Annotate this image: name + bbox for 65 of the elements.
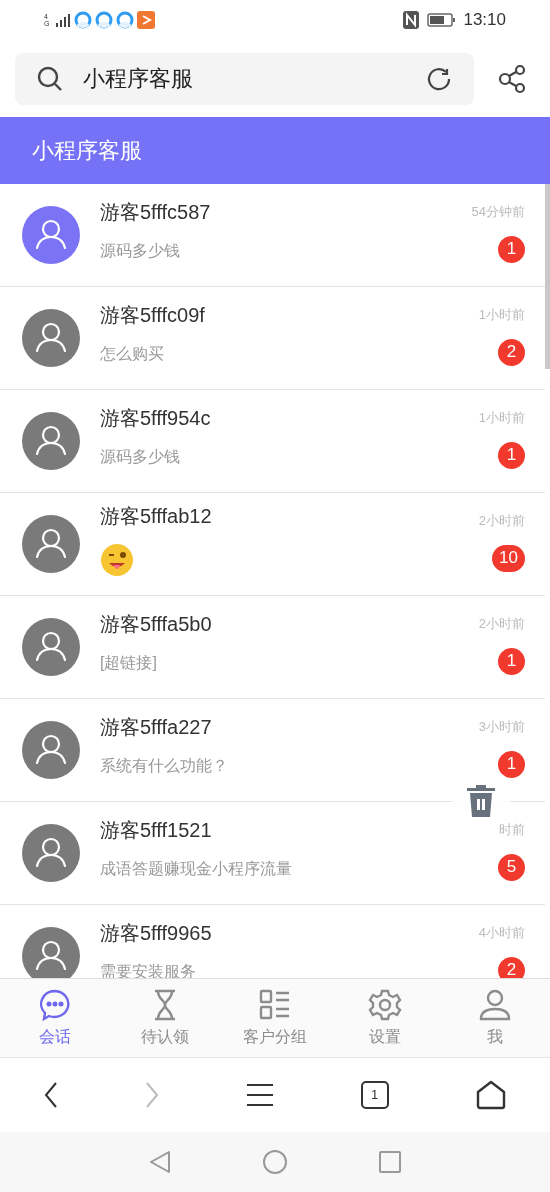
- back-icon[interactable]: [43, 1082, 58, 1108]
- visitor-name: 游客5fffc09f: [100, 303, 206, 328]
- battery-icon: [427, 13, 456, 27]
- unread-count: 5: [498, 853, 525, 881]
- visitor-name: 游客5fffa227: [100, 715, 213, 740]
- message-time: 2小时前: [478, 512, 525, 530]
- conversation-item[interactable]: 游客5fff954c 源码多少钱 1小时前 1: [0, 390, 545, 493]
- search-field[interactable]: 小程序客服: [15, 52, 474, 105]
- tab-label: 待认领: [141, 1026, 189, 1047]
- conversation-item[interactable]: 游客5fffc587 源码多少钱 54分钟前 1: [0, 184, 545, 287]
- unread-count: 1: [498, 441, 525, 469]
- message-time: 54分钟前: [471, 203, 525, 221]
- search-icon: [37, 65, 63, 92]
- visitor-name: 游客5fffab12: [100, 504, 213, 529]
- header-title: 小程序客服: [32, 137, 142, 165]
- conversation-item[interactable]: 游客5fffa5b0 [超链接] 2小时前 1: [0, 596, 545, 699]
- last-message: 成语答题赚现金小程序流量: [100, 859, 293, 879]
- message-time: 4小时前: [478, 924, 525, 942]
- last-message: 系统有什么功能？: [100, 756, 229, 776]
- tab-label: 客户分组: [243, 1026, 307, 1047]
- menu-icon[interactable]: [247, 1083, 273, 1107]
- unread-count: 1: [498, 750, 525, 778]
- refresh-icon[interactable]: [426, 65, 452, 92]
- video-app-icon: [137, 11, 155, 29]
- signal-icon: [55, 13, 71, 27]
- visitor-name: 游客5fff1521: [100, 818, 213, 843]
- visitor-name: 游客5fffa5b0: [100, 612, 213, 637]
- unread-count: 2: [498, 956, 525, 978]
- visitor-name: 游客5fff954c: [100, 406, 212, 431]
- share-icon[interactable]: [498, 63, 526, 94]
- tab-item[interactable]: 会话: [0, 979, 110, 1057]
- tab-count-button[interactable]: 1: [360, 1081, 389, 1109]
- last-message: [超链接]: [100, 653, 158, 673]
- visitor-name: 游客5fff9965: [100, 921, 213, 946]
- last-message: 源码多少钱: [100, 447, 181, 467]
- tab-label: 我: [487, 1026, 503, 1047]
- message-time: 时前: [499, 821, 525, 839]
- last-message: 源码多少钱: [100, 241, 181, 261]
- nfc-icon: [403, 11, 420, 29]
- unread-count: 2: [498, 338, 525, 366]
- app-notification-icon: [95, 11, 113, 29]
- list-icon: [258, 987, 292, 1022]
- tab-label: 会话: [39, 1026, 71, 1047]
- message-time: 1小时前: [478, 306, 525, 324]
- chat-icon: [38, 987, 72, 1022]
- unread-count: 1: [498, 235, 525, 263]
- clock-time: 13:10: [463, 9, 506, 32]
- app-notification-icon: [74, 11, 92, 29]
- visitor-name: 游客5fffc587: [100, 200, 212, 225]
- conversation-item[interactable]: 游客5fffc09f 怎么购买 1小时前 2: [0, 287, 545, 390]
- settings-icon: [368, 987, 402, 1022]
- message-time: 2小时前: [478, 615, 525, 633]
- trash-icon: [467, 785, 495, 817]
- user-icon: [478, 987, 512, 1022]
- unread-count: 10: [492, 544, 525, 572]
- emoji-icon: [100, 543, 134, 577]
- conversation-item[interactable]: 游客5fffab12 2小时前 10: [0, 493, 545, 596]
- message-time: 3小时前: [478, 718, 525, 736]
- app-notification-icon: [116, 11, 134, 29]
- message-time: 1小时前: [478, 409, 525, 427]
- unread-count: 1: [498, 647, 525, 675]
- tab-label: 设置: [369, 1026, 401, 1047]
- recent-apps-icon[interactable]: [379, 1151, 401, 1173]
- home-icon[interactable]: [476, 1080, 507, 1110]
- last-message: 怎么购买: [100, 344, 165, 364]
